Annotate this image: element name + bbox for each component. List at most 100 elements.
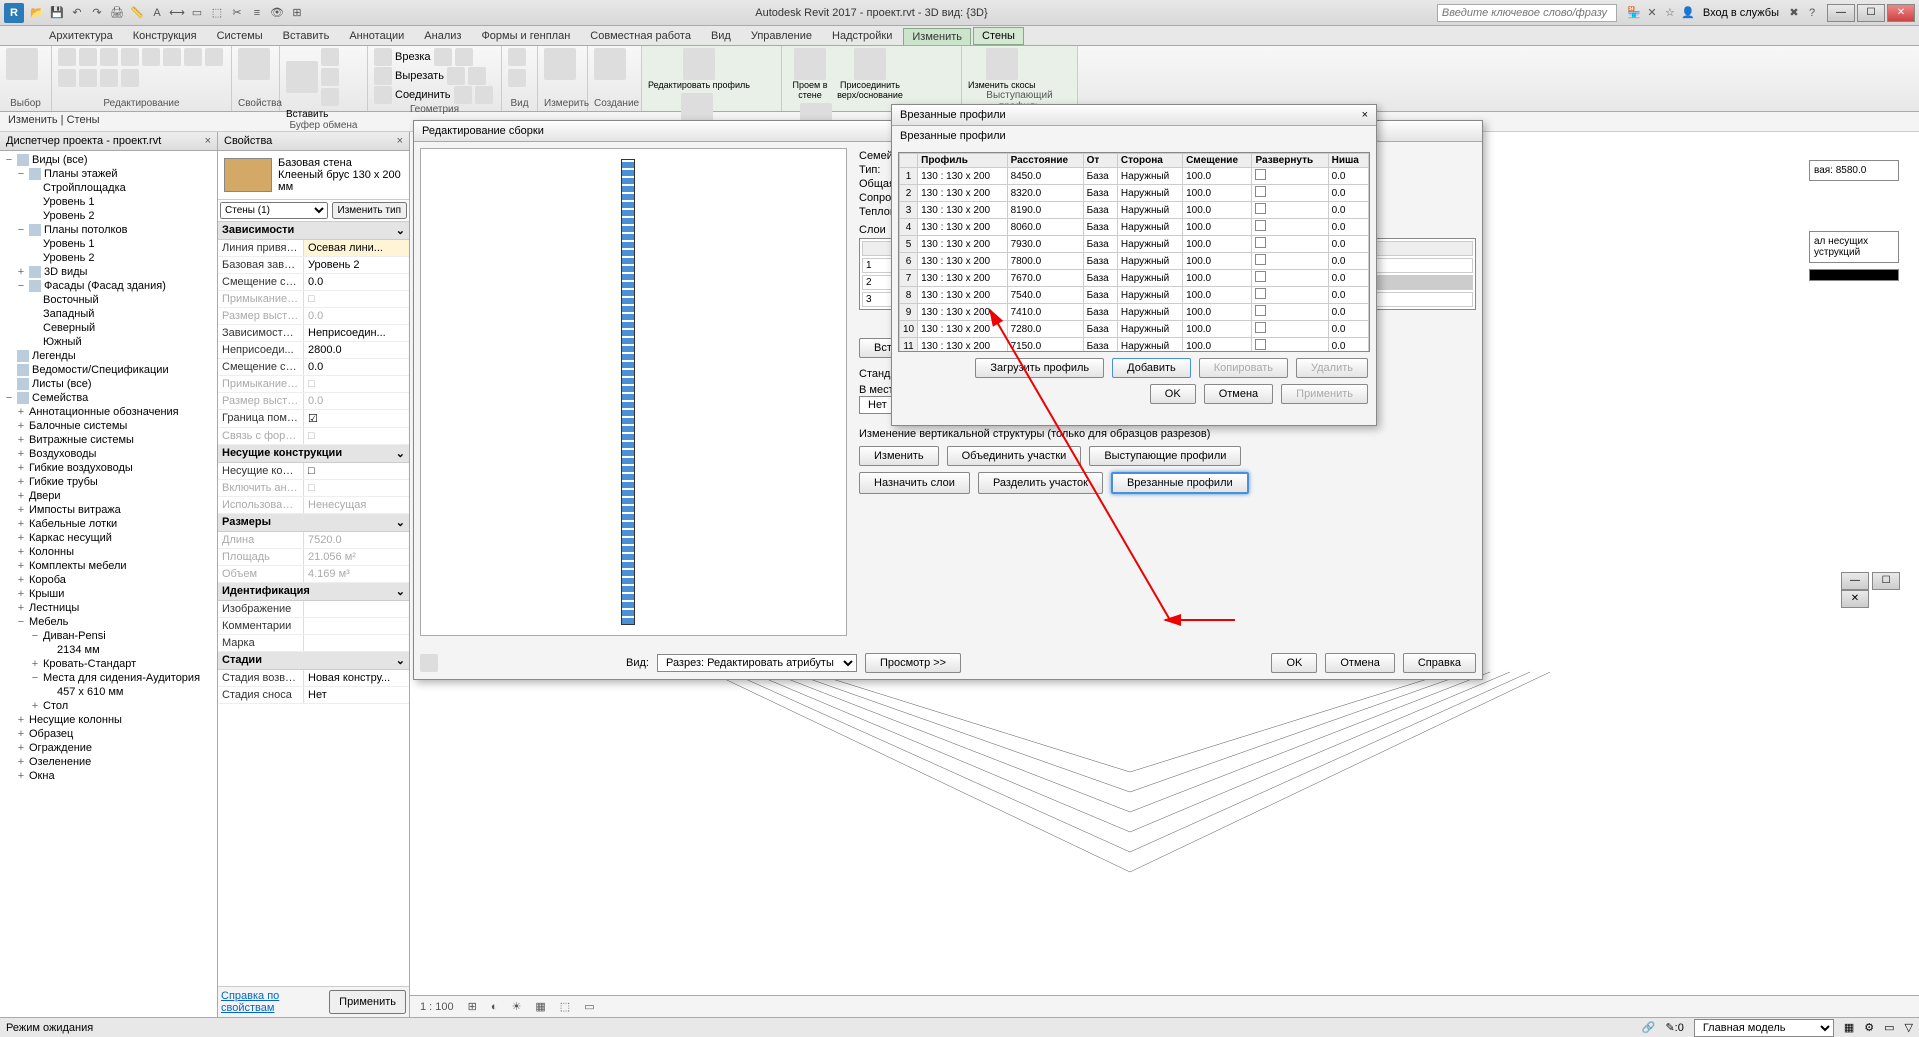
- tree-item[interactable]: 2134 мм: [2, 643, 215, 657]
- reveals-row[interactable]: 8130 : 130 x 2007540.0БазаНаружный100.00…: [900, 287, 1369, 304]
- prop-row[interactable]: Размер выступ...0.0: [218, 393, 409, 410]
- tree-item[interactable]: Южный: [2, 335, 215, 349]
- apply-button[interactable]: Применить: [1281, 384, 1368, 404]
- app-logo-icon[interactable]: R: [4, 3, 24, 23]
- ribbon-tab[interactable]: Вставить: [274, 27, 339, 45]
- tree-item[interactable]: +Лестницы: [2, 601, 215, 615]
- tree-item[interactable]: −Места для сидения-Аудитория: [2, 671, 215, 685]
- tree-item[interactable]: Уровень 1: [2, 195, 215, 209]
- geo-icon[interactable]: [434, 48, 452, 66]
- tree-item[interactable]: Стройплощадка: [2, 181, 215, 195]
- ribbon-tab[interactable]: Изменить: [903, 28, 971, 45]
- prop-row[interactable]: Базовая зависи...Уровень 2: [218, 257, 409, 274]
- view-icon[interactable]: [508, 48, 526, 66]
- minimize-button[interactable]: —: [1827, 4, 1855, 22]
- sb-filter-icon[interactable]: ▽: [1905, 1021, 1913, 1034]
- prop-row[interactable]: Граница поме...☑: [218, 410, 409, 428]
- help-icon[interactable]: ?: [1803, 4, 1821, 22]
- ribbon-tab[interactable]: Системы: [208, 27, 272, 45]
- preview-icon[interactable]: [420, 654, 438, 672]
- tree-item[interactable]: +Крыши: [2, 587, 215, 601]
- ribbon-tab[interactable]: Аннотации: [340, 27, 413, 45]
- match-icon[interactable]: [321, 88, 339, 106]
- view-icon[interactable]: [508, 69, 526, 87]
- tree-item[interactable]: −Семейства: [2, 391, 215, 405]
- switch-window-icon[interactable]: ⊞: [288, 4, 306, 22]
- tree-item[interactable]: +Кабельные лотки: [2, 517, 215, 531]
- tree-item[interactable]: Северный: [2, 321, 215, 335]
- prop-row[interactable]: Зависимость с...Неприсоедин...: [218, 325, 409, 342]
- scale-display[interactable]: 1 : 100: [416, 1001, 458, 1013]
- tree-item[interactable]: Листы (все): [2, 377, 215, 391]
- merge-regions-button[interactable]: Объединить участки: [947, 446, 1082, 466]
- edit-sweep-icon[interactable]: [986, 48, 1018, 80]
- reveals-table[interactable]: ПрофильРасстояниеОтСторонаСмещениеРазвер…: [899, 153, 1369, 352]
- load-profile-button[interactable]: Загрузить профиль: [975, 358, 1104, 378]
- tree-item[interactable]: Уровень 1: [2, 237, 215, 251]
- reveals-row[interactable]: 2130 : 130 x 2008320.0БазаНаружный100.00…: [900, 185, 1369, 202]
- reveals-row[interactable]: 4130 : 130 x 2008060.0БазаНаружный100.00…: [900, 219, 1369, 236]
- tree-item[interactable]: +Кровать-Стандарт: [2, 657, 215, 671]
- edit-icon[interactable]: [58, 48, 76, 66]
- geo-icon[interactable]: [454, 86, 472, 104]
- prop-row[interactable]: Связь с формо...□: [218, 428, 409, 445]
- add-profile-button[interactable]: Добавить: [1112, 358, 1191, 378]
- exchange-icon[interactable]: ✖: [1785, 4, 1803, 22]
- tree-item[interactable]: −Диван-Pensi: [2, 629, 215, 643]
- tree-item[interactable]: +Образец: [2, 727, 215, 741]
- reveals-row[interactable]: 1130 : 130 x 2008450.0БазаНаружный100.00…: [900, 168, 1369, 185]
- ribbon-tab[interactable]: Вид: [702, 27, 740, 45]
- open-icon[interactable]: 📂: [28, 4, 46, 22]
- tree-item[interactable]: +Колонны: [2, 545, 215, 559]
- prop-row[interactable]: Марка: [218, 635, 409, 652]
- tree-item[interactable]: +Комплекты мебели: [2, 559, 215, 573]
- ribbon-tab[interactable]: Формы и генплан: [472, 27, 579, 45]
- ribbon-context-tab[interactable]: Стены: [973, 27, 1024, 45]
- tree-item[interactable]: +Гибкие воздуховоды: [2, 461, 215, 475]
- ribbon-tab[interactable]: Надстройки: [823, 27, 901, 45]
- edit-profile-icon[interactable]: [683, 48, 715, 80]
- prop-row[interactable]: Примыкание с...□: [218, 376, 409, 393]
- prop-category[interactable]: Зависимости⌄: [218, 222, 409, 240]
- sweeps-button[interactable]: Выступающие профили: [1089, 446, 1241, 466]
- split-region-button[interactable]: Разделить участок: [978, 472, 1103, 494]
- vs-detail-icon[interactable]: ⊞: [464, 1000, 481, 1013]
- tree-item[interactable]: −Мебель: [2, 615, 215, 629]
- redo-icon[interactable]: ↷: [88, 4, 106, 22]
- vs-shadow-icon[interactable]: ▦: [531, 1000, 549, 1013]
- tree-item[interactable]: −Планы потолков: [2, 223, 215, 237]
- props-help-link[interactable]: Справка по свойствам: [221, 990, 329, 1014]
- prop-row[interactable]: Линия привязкиОсевая лини...: [218, 240, 409, 257]
- reveals-row[interactable]: 5130 : 130 x 2007930.0БазаНаружный100.00…: [900, 236, 1369, 253]
- properties-icon[interactable]: [238, 48, 270, 80]
- prop-row[interactable]: Изображение: [218, 601, 409, 618]
- instance-select[interactable]: Стены (1): [220, 202, 328, 219]
- tree-item[interactable]: Легенды: [2, 349, 215, 363]
- reveals-row[interactable]: 9130 : 130 x 2007410.0БазаНаружный100.00…: [900, 304, 1369, 321]
- prop-row[interactable]: Стадия сносаНет: [218, 687, 409, 704]
- modify-icon[interactable]: [6, 48, 38, 80]
- sb-icon[interactable]: ⚙: [1864, 1021, 1874, 1034]
- tree-item[interactable]: Восточный: [2, 293, 215, 307]
- preview-view-select[interactable]: Разрез: Редактировать атрибуты типа: [657, 654, 857, 672]
- edit-icon[interactable]: [121, 48, 139, 66]
- section-icon[interactable]: ✂: [228, 4, 246, 22]
- edit-icon[interactable]: [100, 69, 118, 87]
- tree-item[interactable]: +Каркас несущий: [2, 531, 215, 545]
- tree-item[interactable]: +Стол: [2, 699, 215, 713]
- tree-item[interactable]: +Ограждение: [2, 741, 215, 755]
- copy-icon[interactable]: [321, 68, 339, 86]
- cope-icon[interactable]: [374, 48, 392, 66]
- ok-button[interactable]: OK: [1271, 653, 1317, 673]
- tree-item[interactable]: Западный: [2, 307, 215, 321]
- edit-icon[interactable]: [79, 69, 97, 87]
- geo-icon[interactable]: [475, 86, 493, 104]
- maximize-button[interactable]: ☐: [1857, 4, 1885, 22]
- vs-sun-icon[interactable]: ☀: [508, 1000, 526, 1013]
- prop-row[interactable]: Использовани...Ненесущая: [218, 497, 409, 514]
- close-button[interactable]: ✕: [1887, 4, 1915, 22]
- tag-icon[interactable]: ▭: [188, 4, 206, 22]
- prop-row[interactable]: Размер выступ...0.0: [218, 308, 409, 325]
- assembly-preview[interactable]: [420, 148, 847, 636]
- sb-icon[interactable]: ✎:0: [1665, 1021, 1683, 1034]
